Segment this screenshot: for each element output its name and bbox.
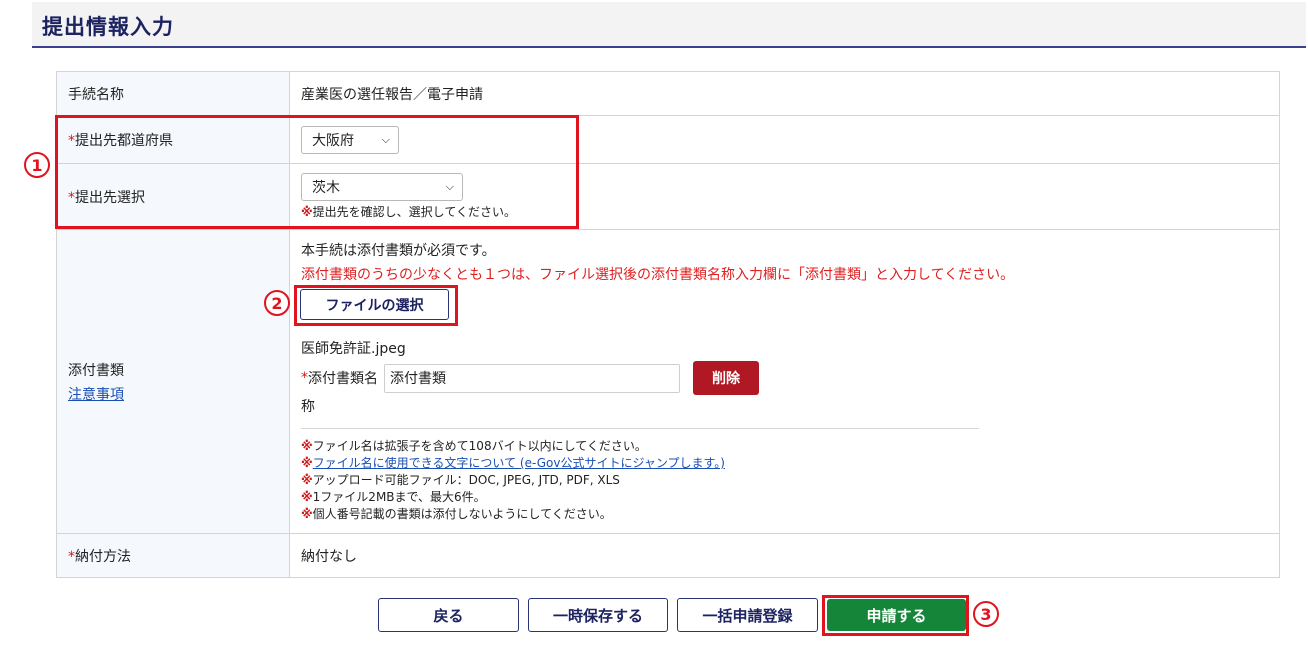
attachment-note: ※個人番号記載の書類は添付しないようにしてください。 — [301, 506, 1279, 523]
bulk-register-button[interactable]: 一括申請登録 — [677, 598, 818, 632]
attachments-value-cell: 本手続は添付書類が必須です。 添付書類のうちの少なくとも１つは、ファイル選択後の… — [289, 229, 1280, 534]
payment-label: 納付方法 — [75, 548, 131, 565]
row-procedure: 手続名称 産業医の選任報告／電子申請 — [56, 71, 1280, 116]
back-button[interactable]: 戻る — [378, 598, 519, 632]
doc-name-label: 添付書類名 — [308, 371, 378, 387]
procedure-value: 産業医の選任報告／電子申請 — [289, 71, 1280, 116]
note-text: アップロード可能ファイル：DOC, JPEG, JTD, PDF, XLS — [312, 473, 620, 487]
apply-button[interactable]: 申請する — [827, 599, 966, 631]
note-mark: ※ — [301, 490, 313, 504]
page-header: 提出情報入力 — [32, 2, 1306, 48]
page-title: 提出情報入力 — [42, 15, 174, 39]
required-mark: * — [301, 370, 308, 386]
attachment-note: ※1ファイル2MBまで、最大6件。 — [301, 489, 1279, 506]
required-mark: * — [68, 548, 75, 565]
note-mark: ※ — [301, 473, 313, 487]
doc-name-input[interactable] — [384, 363, 680, 393]
temp-save-button[interactable]: 一時保存する — [528, 598, 668, 632]
note-text: 個人番号記載の書類は添付しないようにしてください。 — [312, 507, 612, 521]
attachment-note: ※ファイル名に使用できる文字について (e-Gov公式サイトにジャンプします。) — [301, 455, 1279, 472]
note-mark: ※ — [301, 456, 313, 470]
payment-label-cell: *納付方法 — [56, 533, 290, 578]
payment-value: 納付なし — [289, 533, 1280, 578]
row-attachments: 添付書類 注意事項 本手続は添付書類が必須です。 添付書類のうちの少なくとも１つ… — [56, 229, 1280, 534]
attachment-notes: ※ファイル名は拡張子を含めて108バイト以内にしてください。 ※ファイル名に使用… — [301, 438, 1279, 523]
doc-name-label-wrap: 称 — [301, 399, 315, 415]
notice-link[interactable]: 注意事項 — [68, 387, 124, 403]
note-mark: ※ — [301, 507, 313, 521]
annotation-number-2: 2 — [264, 290, 290, 316]
attachments-required-text: 本手続は添付書類が必須です。 — [301, 243, 496, 259]
attachments-label: 添付書類 — [68, 362, 124, 379]
annotation-number-1: 1 — [24, 152, 50, 178]
highlight-box-2 — [294, 285, 458, 326]
attached-file-name: 医師免許証.jpeg — [301, 341, 406, 357]
attachment-note: ※アップロード可能ファイル：DOC, JPEG, JTD, PDF, XLS — [301, 472, 1279, 489]
attachments-instruction: 添付書類のうちの少なくとも１つは、ファイル選択後の添付書類名称入力欄に「添付書類… — [301, 267, 1015, 283]
attachments-label-cell: 添付書類 注意事項 — [56, 229, 290, 534]
divider — [301, 428, 979, 429]
note-mark: ※ — [301, 439, 313, 453]
note-text: ファイル名は拡張子を含めて108バイト以内にしてください。 — [312, 439, 647, 453]
delete-button[interactable]: 削除 — [693, 361, 759, 395]
row-payment: *納付方法 納付なし — [56, 533, 1280, 578]
highlight-box-1 — [55, 115, 579, 229]
procedure-label: 手続名称 — [56, 71, 290, 116]
note-text: 1ファイル2MBまで、最大6件。 — [312, 490, 486, 504]
filename-chars-link[interactable]: ファイル名に使用できる文字について (e-Gov公式サイトにジャンプします。) — [313, 456, 725, 470]
doc-name-row: *添付書類名 削除 — [301, 361, 1279, 395]
attachment-note: ※ファイル名は拡張子を含めて108バイト以内にしてください。 — [301, 438, 1279, 455]
annotation-number-3: 3 — [973, 601, 999, 627]
